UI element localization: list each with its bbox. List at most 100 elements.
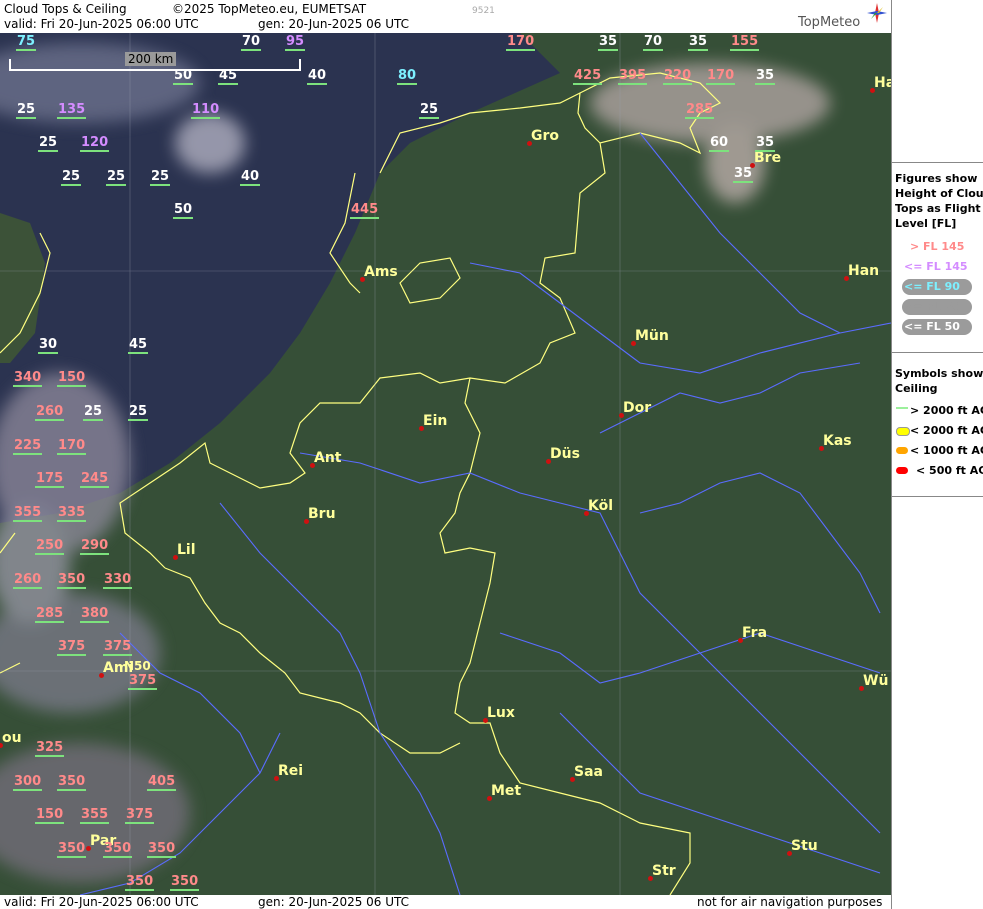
cloud-top-value: 330	[103, 572, 133, 589]
cloud-top-value: 25	[419, 102, 440, 119]
cloud-top-value: 335	[57, 505, 87, 522]
cloud-top-value: 245	[80, 471, 110, 488]
cloud-top-value: 250	[35, 538, 65, 555]
cloud-top-value: 285	[35, 606, 65, 623]
cloud-top-value: 350	[170, 874, 200, 891]
footer-gen-time: gen: 20-Jun-2025 06 UTC	[258, 895, 410, 909]
legend-ceiling-symbol	[896, 407, 908, 409]
compass-logo-icon	[867, 3, 887, 23]
legend-divider	[892, 496, 983, 497]
valid-time: valid: Fri 20-Jun-2025 06:00 UTC	[4, 17, 199, 31]
city-label: Ant	[314, 450, 342, 466]
city-label: Ein	[423, 413, 448, 429]
city-label: Rei	[278, 763, 304, 779]
cloud-top-value: 350	[125, 874, 155, 891]
city-label: Ha	[874, 75, 891, 91]
cloud-top-value: 350	[103, 841, 133, 858]
chart-id: 9521	[472, 6, 495, 16]
cloud-top-value: 340	[13, 370, 43, 387]
city-label: Stu	[791, 838, 818, 854]
legend-height-item: <= FL 90	[904, 280, 960, 293]
city-label: Kas	[823, 433, 852, 449]
cloud-top-value: 355	[80, 807, 110, 824]
scale-label: 200 km	[125, 52, 177, 66]
cloud-top-value: 225	[13, 438, 43, 455]
legend-height-item: <= FL 70	[904, 300, 960, 313]
city-label: ou	[2, 730, 22, 746]
cloud-top-value: 25	[83, 404, 104, 421]
cloud-top-value: 350	[57, 572, 87, 589]
cloud-top-value: 25	[16, 102, 37, 119]
cloud-top-value: 260	[13, 572, 43, 589]
cloud-top-value: 40	[307, 68, 328, 85]
city-label: Han	[848, 263, 880, 279]
satellite-map[interactable]: 200 km N50 Gro Bre Ha Ams Han Mün Ein Dor Ant Düs…	[0, 33, 891, 895]
cloud-top-value: 25	[61, 169, 82, 186]
copyright: ©2025 TopMeteo.eu, EUMETSAT	[172, 2, 367, 16]
cloud-top-value: 425	[573, 68, 603, 85]
city-label: Lux	[487, 705, 515, 721]
cloud-top-value: 220	[663, 68, 693, 85]
legend-title-line: Level [FL]	[895, 217, 957, 230]
cloud-top-value: 120	[80, 135, 110, 152]
cloud-top-value: 155	[730, 34, 760, 51]
cloud-top-value: 25	[128, 404, 149, 421]
city-label: Mün	[635, 328, 669, 344]
cloud-top-value: 95	[285, 34, 306, 51]
cloud-top-value: 350	[147, 841, 177, 858]
legend-panel: Figures show Height of Cloud Tops as Fligh…	[891, 0, 983, 909]
cloud-top-value: 35	[733, 166, 754, 183]
city-label: Wü	[863, 673, 889, 689]
city-label: Str	[652, 863, 676, 879]
legend-title-line: Figures show	[895, 172, 978, 185]
legend-ceiling-symbol	[896, 467, 908, 474]
legend-ceiling-symbol	[896, 447, 908, 454]
city-label: Gro	[531, 128, 560, 144]
city-label: Saa	[574, 764, 603, 780]
cloud-top-value: 375	[128, 673, 158, 690]
brand-logo-text[interactable]: TopMeteo	[798, 16, 860, 30]
city-label: Bru	[308, 506, 336, 522]
cloud-top-value: 50	[173, 202, 194, 219]
cloud-top-value: 150	[35, 807, 65, 824]
cloud-top-value: 325	[35, 740, 65, 757]
disclaimer: not for air navigation purposes	[697, 895, 883, 909]
cloud-top-value: 75	[16, 34, 37, 51]
footer-valid-time: valid: Fri 20-Jun-2025 06:00 UTC	[4, 895, 199, 909]
cloud-top-value: 170	[706, 68, 736, 85]
cloud-top-value: 405	[147, 774, 177, 791]
city-label: Köl	[588, 498, 614, 514]
cloud-top-value: 260	[35, 404, 65, 421]
cloud-top-value: 170	[506, 34, 536, 51]
city-label: Bre	[754, 150, 782, 166]
legend-divider	[892, 352, 983, 353]
legend-ceiling-item: < 500 ft AGL	[916, 464, 983, 477]
cloud-top-value: 285	[685, 102, 715, 119]
cloud-top-value: 110	[191, 102, 221, 119]
cloud-top-value: 45	[218, 68, 239, 85]
city-label: Ams	[364, 264, 398, 280]
cloud-top-value: 375	[57, 639, 87, 656]
legend-ceiling-item: < 2000 ft AGL	[910, 424, 983, 437]
cloud-top-value: 30	[38, 337, 59, 354]
cloud-top-value: 35	[598, 34, 619, 51]
legend-height-item: <= FL 145	[904, 260, 968, 273]
cloud-top-value: 290	[80, 538, 110, 555]
cloud-top-value: 35	[755, 135, 776, 152]
footer-bar: valid: Fri 20-Jun-2025 06:00 UTC gen: 20…	[0, 895, 891, 909]
cloud-top-value: 355	[13, 505, 43, 522]
legend-title-line: Height of Cloud	[895, 187, 983, 200]
cloud-top-value: 40	[240, 169, 261, 186]
header-bar: Cloud Tops & Ceiling ©2025 TopMeteo.eu, …	[0, 0, 891, 33]
cloud-top-value: 80	[397, 68, 418, 85]
cloud-top-value: 350	[57, 774, 87, 791]
cloud-top-value: 150	[57, 370, 87, 387]
legend-title-line: Tops as Flight	[895, 202, 981, 215]
legend-ceiling-item: < 1000 ft AGL	[910, 444, 983, 457]
cloud-top-value: 350	[57, 841, 87, 858]
legend-title-line: Symbols show	[895, 367, 983, 380]
cloud-top-value: 375	[103, 639, 133, 656]
legend-title-line: Ceiling	[895, 382, 938, 395]
cloud-top-value: 300	[13, 774, 43, 791]
cloud-top-value: 175	[35, 471, 65, 488]
